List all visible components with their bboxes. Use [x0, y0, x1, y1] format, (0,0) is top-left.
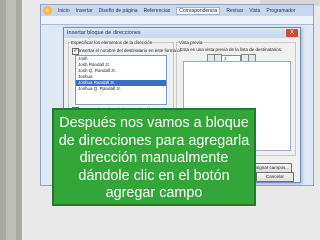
- list-item[interactable]: Joshua Q. Randall Jr.: [76, 86, 166, 92]
- tab-revisar[interactable]: Revisar: [226, 8, 243, 14]
- preview-label: Vista previa: [179, 40, 203, 45]
- insert-name-label: Insertar el nombre del destinatario en e…: [79, 48, 182, 53]
- tab-inicio[interactable]: Inicio: [58, 8, 70, 14]
- group-label-elements: Especificar los elementos de la direcció…: [71, 40, 153, 45]
- slide-frame-stripe: [6, 0, 16, 240]
- office-button-icon[interactable]: [43, 6, 52, 15]
- caption-box: Después nos vamos a bloque de direccione…: [52, 108, 256, 206]
- insert-name-checkbox[interactable]: ✔: [72, 48, 79, 55]
- cancel-button[interactable]: Cancelar: [256, 172, 294, 182]
- close-icon[interactable]: X: [286, 29, 298, 37]
- caption-text: Después nos vamos a bloque de direccione…: [58, 115, 250, 201]
- preview-hint: Esta es una vista previa de la lista de …: [180, 47, 283, 52]
- tab-referencias[interactable]: Referencias: [144, 8, 171, 14]
- tab-correspondencia[interactable]: Correspondencia: [176, 6, 221, 15]
- ribbon-body: [41, 16, 313, 25]
- tab-programador[interactable]: Programador: [266, 8, 295, 14]
- tab-insertar[interactable]: Insertar: [76, 8, 93, 14]
- dialog-title-text: Insertar bloque de direcciones: [67, 30, 141, 36]
- tab-diseno[interactable]: Diseño de página: [99, 8, 138, 14]
- tab-vista[interactable]: Vista: [249, 8, 260, 14]
- ribbon-tab-bar: Inicio Insertar Diseño de página Referen…: [41, 5, 313, 16]
- slide-frame-left: [0, 0, 22, 240]
- dialog-title: Insertar bloque de direcciones X: [64, 28, 300, 38]
- name-format-list[interactable]: Josh Josh Randall Jr. Josh Q. Randall Jr…: [75, 55, 167, 105]
